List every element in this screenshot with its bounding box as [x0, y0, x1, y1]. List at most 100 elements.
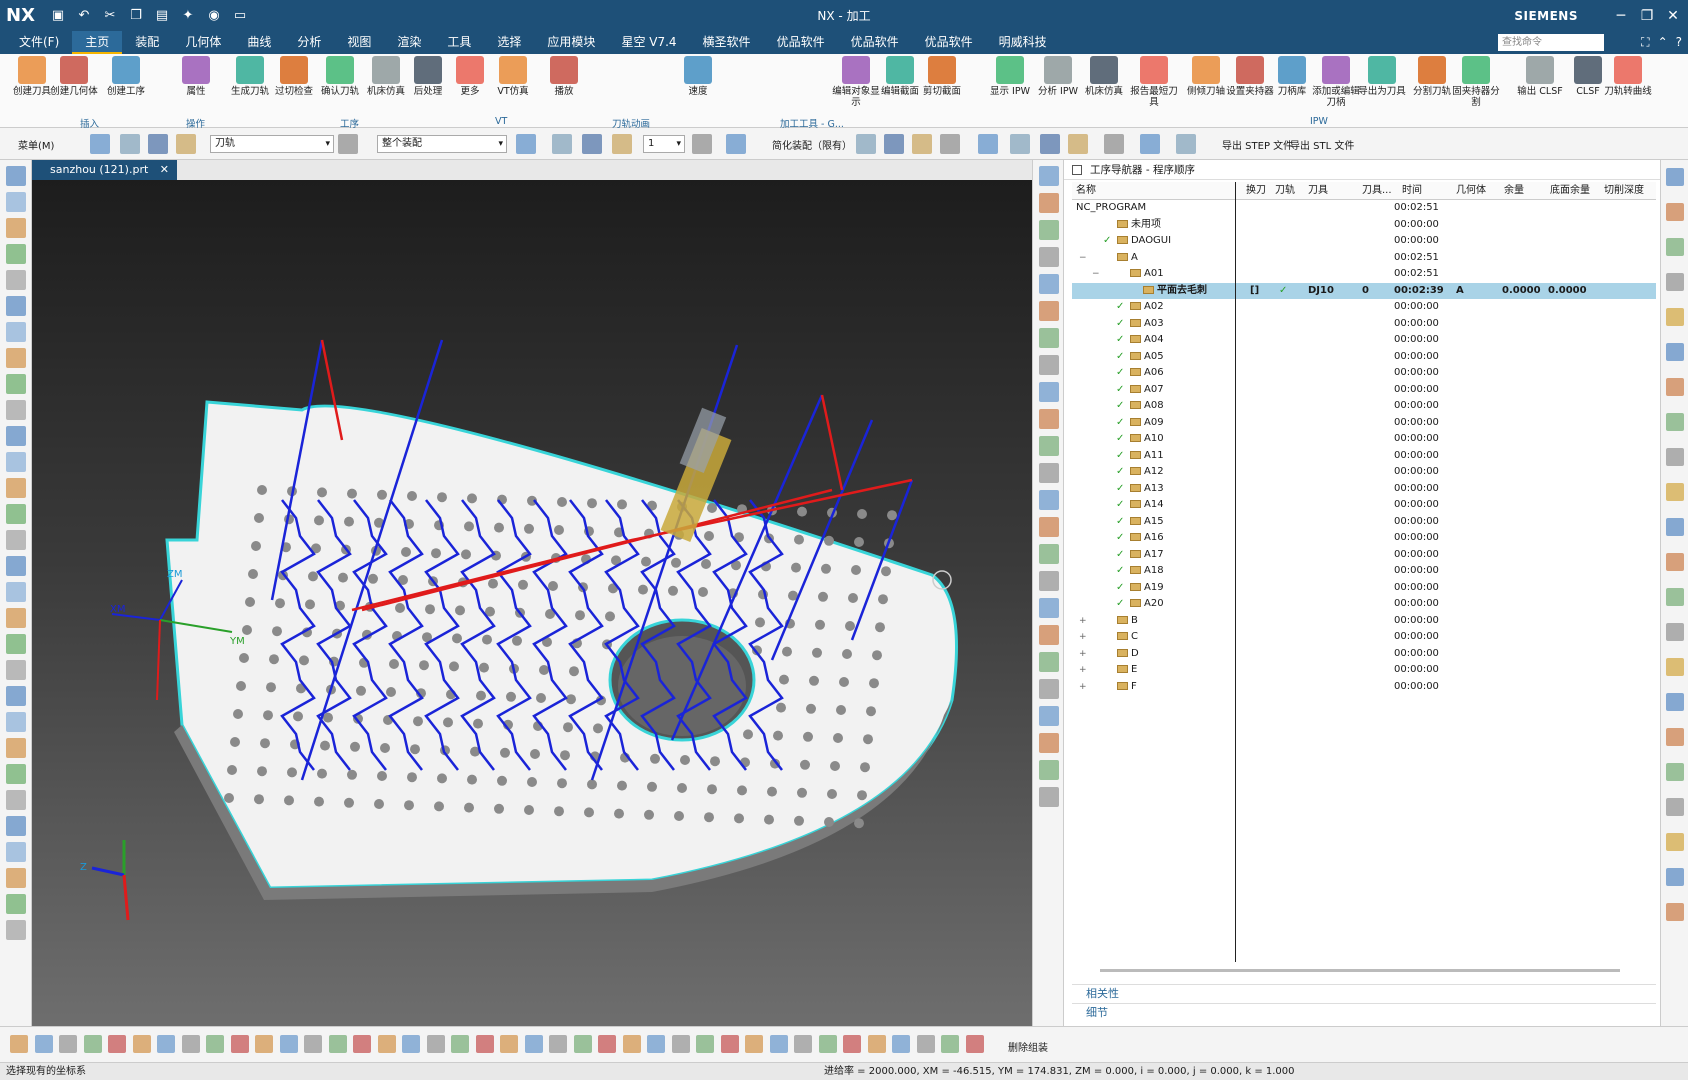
- ribbon-button-22[interactable]: 刀柄库: [1268, 56, 1316, 97]
- close-icon[interactable]: ✕: [1664, 8, 1682, 24]
- ribbon-button-6[interactable]: 确认刀轨: [316, 56, 364, 97]
- tree-row[interactable]: + F 00:00:00: [1072, 679, 1656, 696]
- resource-icon-13[interactable]: [1039, 517, 1059, 537]
- export-step-button[interactable]: 导出 STEP 文件: [1222, 137, 1293, 152]
- bottom-tool-icon-6[interactable]: [157, 1035, 175, 1053]
- section-details[interactable]: 细节: [1072, 1003, 1656, 1021]
- resource-icon-15[interactable]: [1039, 571, 1059, 591]
- tree-row[interactable]: ✓ A17 00:00:00: [1072, 547, 1656, 564]
- bottom-tool-icon-26[interactable]: [647, 1035, 665, 1053]
- column-header-7[interactable]: 余量: [1504, 182, 1524, 200]
- tree-row[interactable]: ✓ A02 00:00:00: [1072, 299, 1656, 316]
- ribbon-button-21[interactable]: 设置夹持器: [1226, 56, 1274, 97]
- right-tool-icon-6[interactable]: [1666, 378, 1684, 396]
- toolbar2-icon-14[interactable]: [940, 134, 960, 154]
- toolbar2-icon-15[interactable]: [978, 134, 998, 154]
- left-tool-icon-14[interactable]: [6, 530, 26, 550]
- tree-row[interactable]: − A 00:02:51: [1072, 250, 1656, 267]
- bottom-tool-icon-28[interactable]: [696, 1035, 714, 1053]
- expand-icon[interactable]: +: [1079, 629, 1087, 646]
- left-tool-icon-11[interactable]: [6, 452, 26, 472]
- toolbar2-icon-21[interactable]: [1176, 134, 1196, 154]
- bottom-tool-icon-29[interactable]: [720, 1035, 739, 1053]
- resource-icon-22[interactable]: [1039, 760, 1059, 780]
- bottom-tool-icon-7[interactable]: [181, 1035, 200, 1053]
- column-header-0[interactable]: 名称: [1076, 182, 1096, 200]
- right-tool-icon-8[interactable]: [1666, 448, 1684, 466]
- tree-row[interactable]: ✓ A14 00:00:00: [1072, 497, 1656, 514]
- paste-icon[interactable]: ▤: [152, 8, 172, 23]
- resource-icon-14[interactable]: [1039, 544, 1059, 564]
- resource-icon-10[interactable]: [1039, 436, 1059, 456]
- bottom-tool-icon-2[interactable]: [59, 1035, 77, 1053]
- ribbon-button-7[interactable]: 机床仿真: [362, 56, 410, 97]
- tree-row[interactable]: ✓ A12 00:00:00: [1072, 464, 1656, 481]
- right-tool-icon-5[interactable]: [1666, 343, 1684, 361]
- collapse-icon[interactable]: −: [1092, 266, 1100, 283]
- bottom-tool-icon-20[interactable]: [500, 1035, 518, 1053]
- export-stl-button[interactable]: 导出 STL 文件: [1290, 137, 1354, 152]
- bottom-tool-icon-4[interactable]: [108, 1035, 126, 1053]
- tree-row[interactable]: + E 00:00:00: [1072, 662, 1656, 679]
- left-tool-icon-17[interactable]: [6, 608, 26, 628]
- left-tool-icon-26[interactable]: [6, 842, 26, 862]
- bottom-tool-icon-36[interactable]: [892, 1035, 910, 1053]
- save-icon[interactable]: ▣: [48, 8, 68, 23]
- toolbar2-icon-4[interactable]: [338, 134, 358, 154]
- bottom-tool-icon-31[interactable]: [769, 1035, 788, 1053]
- bottom-tool-icon-33[interactable]: [818, 1035, 837, 1053]
- bottom-tool-icon-38[interactable]: [941, 1035, 959, 1053]
- tree-row[interactable]: ✓ A05 00:00:00: [1072, 349, 1656, 366]
- toolbar2-icon-0[interactable]: [90, 134, 110, 154]
- column-header-2[interactable]: 刀轨: [1275, 182, 1295, 200]
- tree-row[interactable]: ✓ DAOGUI 00:00:00: [1072, 233, 1656, 250]
- bottom-tool-icon-39[interactable]: [965, 1035, 984, 1053]
- bottom-tool-icon-1[interactable]: [34, 1035, 53, 1053]
- ribbon-button-29[interactable]: 刀轨转曲线: [1604, 56, 1652, 97]
- file-tab[interactable]: sanzhou (121).prt ✕: [32, 160, 177, 180]
- bottom-tool-icon-12[interactable]: [304, 1035, 322, 1053]
- ribbon-button-13[interactable]: 编辑对象显示: [832, 56, 880, 108]
- bottom-tool-icon-17[interactable]: [426, 1035, 445, 1053]
- menu-item-13[interactable]: 优品软件: [764, 31, 838, 54]
- help-icon[interactable]: ?: [1676, 35, 1682, 50]
- bottom-tool-icon-21[interactable]: [524, 1035, 543, 1053]
- left-tool-icon-29[interactable]: [6, 920, 26, 940]
- left-tool-icon-6[interactable]: [6, 322, 26, 342]
- ribbon-button-11[interactable]: 播放: [540, 56, 588, 97]
- tree-row[interactable]: ✓ A04 00:00:00: [1072, 332, 1656, 349]
- ribbon-button-2[interactable]: 创建工序: [102, 56, 150, 97]
- right-tool-icon-2[interactable]: [1666, 238, 1684, 256]
- toolbar2-icon-10[interactable]: [726, 134, 746, 154]
- expand-icon[interactable]: +: [1079, 662, 1087, 679]
- resource-icon-1[interactable]: [1039, 193, 1059, 213]
- left-tool-icon-7[interactable]: [6, 348, 26, 368]
- command-search-input[interactable]: 查找命令: [1498, 34, 1604, 51]
- tree-row[interactable]: ✓ A07 00:00:00: [1072, 382, 1656, 399]
- tree-row[interactable]: ✓ A08 00:00:00: [1072, 398, 1656, 415]
- ribbon-button-19[interactable]: 报告最短刀具: [1130, 56, 1178, 108]
- ribbon-button-15[interactable]: 剪切截面: [918, 56, 966, 97]
- right-tool-icon-9[interactable]: [1666, 483, 1684, 501]
- ribbon-button-3[interactable]: 属性: [172, 56, 220, 97]
- ribbon-button-17[interactable]: 分析 IPW: [1034, 56, 1082, 97]
- resource-icon-9[interactable]: [1039, 409, 1059, 429]
- bottom-tool-icon-8[interactable]: [206, 1035, 224, 1053]
- toolbar2-icon-3[interactable]: [176, 134, 196, 154]
- resource-icon-19[interactable]: [1039, 679, 1059, 699]
- ribbon-button-25[interactable]: 分割刀轨: [1408, 56, 1456, 97]
- tree-row[interactable]: NC_PROGRAM 00:02:51: [1072, 200, 1656, 217]
- menu-item-2[interactable]: 装配: [122, 31, 172, 54]
- toolbar2-icon-5[interactable]: [516, 134, 536, 154]
- tree-row[interactable]: ✓ A13 00:00:00: [1072, 481, 1656, 498]
- left-tool-icon-12[interactable]: [6, 478, 26, 498]
- menu-item-15[interactable]: 优品软件: [912, 31, 986, 54]
- left-tool-icon-4[interactable]: [6, 270, 26, 290]
- resource-icon-20[interactable]: [1039, 706, 1059, 726]
- ribbon-button-0[interactable]: 创建刀具: [8, 56, 56, 97]
- column-header-6[interactable]: 几何体: [1456, 182, 1486, 200]
- tree-row[interactable]: ✓ A10 00:00:00: [1072, 431, 1656, 448]
- resource-icon-21[interactable]: [1039, 733, 1059, 753]
- menu-item-8[interactable]: 工具: [434, 31, 484, 54]
- column-header-9[interactable]: 切削深度: [1604, 182, 1644, 200]
